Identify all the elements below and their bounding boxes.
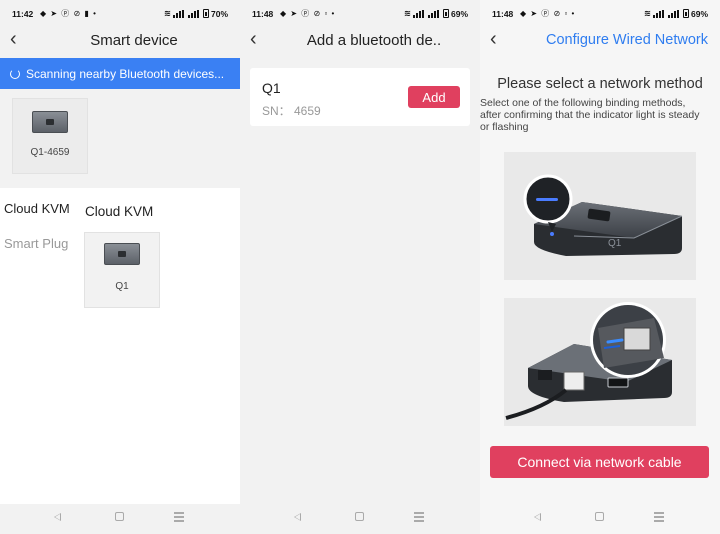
signal-icon — [652, 9, 664, 18]
battery-percent: 70% — [210, 8, 228, 19]
network-method-heading: Please select a network method — [497, 76, 703, 92]
nav-bar — [0, 504, 240, 534]
header: ‹ Add a bluetooth de.. — [240, 28, 480, 56]
nav-home-icon[interactable] — [595, 512, 604, 521]
nav-bar — [240, 504, 480, 534]
bluetooth-device-card: Q1 SN： 4659 Add — [250, 68, 470, 126]
connect-via-cable-button[interactable]: Connect via network cable — [490, 446, 709, 478]
battery-icon — [202, 9, 209, 18]
status-time: 11:42 — [12, 9, 34, 19]
configure-wired-network-screen: 11:48 ◆ ➤ ⓟ ⊘ ▫ • ≋ 69% ‹ Configure Wire… — [480, 0, 720, 534]
nav-back-icon[interactable] — [534, 513, 541, 521]
description-line-1: Select one of the following binding meth… — [480, 97, 686, 109]
description-line-3: or flashing — [480, 121, 529, 133]
category-cloud-kvm[interactable]: Cloud KVM — [4, 201, 70, 216]
status-right: ≋ 69% — [644, 8, 708, 19]
nav-back-icon[interactable] — [294, 513, 301, 521]
category-smart-plug[interactable]: Smart Plug — [4, 236, 68, 251]
status-time: 11:48 — [492, 9, 514, 19]
found-device-card[interactable]: Q1-4659 — [12, 98, 88, 174]
found-device-label: Q1-4659 — [30, 147, 70, 158]
wifi-icon: ≋ — [163, 8, 171, 18]
signal-icon-2 — [667, 9, 679, 18]
nav-home-icon[interactable] — [355, 512, 364, 521]
status-bar: 11:42 ◆ ➤ ⓟ ⊘ ▮ • ≋ 70% — [0, 0, 240, 28]
page-title: Smart device — [90, 32, 178, 49]
network-cable-illustration — [504, 298, 696, 426]
header: ‹ Configure Wired Network — [480, 28, 720, 56]
wifi-icon: ≋ — [403, 8, 411, 18]
refresh-icon — [10, 68, 20, 79]
signal-icon-2 — [187, 9, 199, 18]
signal-icon — [172, 9, 184, 18]
notification-icons: ◆ ➤ ⓟ ⊘ ▫ • — [520, 9, 576, 18]
status-time: 11:48 — [252, 9, 274, 19]
kvm-device-image — [32, 111, 68, 133]
notification-icons: ◆ ➤ ⓟ ⊘ ▫ • — [280, 9, 336, 18]
nav-bar — [480, 504, 720, 534]
kvm-cable-image — [505, 302, 672, 420]
scanning-text: Scanning nearby Bluetooth devices... — [26, 66, 225, 81]
nav-menu-icon[interactable] — [174, 512, 184, 522]
smart-device-screen: 11:42 ◆ ➤ ⓟ ⊘ ▮ • ≋ 70% ‹ Smart device S… — [0, 0, 240, 534]
page-title: Add a bluetooth de.. — [306, 32, 442, 49]
battery-percent: 69% — [690, 8, 708, 19]
battery-percent: 69% — [450, 8, 468, 19]
back-chevron-icon[interactable]: ‹ — [10, 29, 30, 50]
back-chevron-icon[interactable]: ‹ — [250, 29, 270, 50]
category-title: Cloud KVM — [85, 204, 154, 219]
page-title: Configure Wired Network — [546, 32, 708, 48]
description-line-2: after confirming that the indicator ligh… — [480, 109, 700, 121]
signal-icon-2 — [427, 9, 439, 18]
nav-menu-icon[interactable] — [414, 512, 424, 522]
back-chevron-icon[interactable]: ‹ — [490, 29, 510, 50]
category-area: Cloud KVM Smart Plug Cloud KVM Q1 — [0, 188, 240, 504]
status-bar: 11:48 ◆ ➤ ⓟ ⊘ ▫ • ≋ 69% — [240, 0, 480, 28]
scanning-banner: Scanning nearby Bluetooth devices... — [0, 58, 240, 89]
wifi-icon: ≋ — [643, 8, 651, 18]
add-button[interactable]: Add — [408, 86, 460, 108]
binding-description: Select one of the following binding meth… — [480, 97, 720, 133]
signal-icon — [412, 9, 424, 18]
device-name: Q1 — [262, 80, 281, 96]
nav-menu-icon[interactable] — [654, 512, 664, 522]
nav-back-icon[interactable] — [54, 513, 61, 521]
status-bar: 11:48 ◆ ➤ ⓟ ⊘ ▫ • ≋ 69% — [480, 0, 720, 28]
notification-icons: ◆ ➤ ⓟ ⊘ ▮ • — [40, 9, 97, 18]
indicator-light-illustration: Q1 — [504, 152, 696, 280]
battery-icon — [442, 9, 449, 18]
product-label: Q1 — [115, 281, 129, 292]
kvm-product-image — [104, 243, 140, 265]
device-serial: SN： 4659 — [262, 104, 321, 118]
header: ‹ Smart device — [0, 28, 240, 56]
battery-icon — [682, 9, 689, 18]
product-card-q1[interactable]: Q1 — [84, 232, 160, 308]
kvm-indicator-image: Q1 — [523, 174, 683, 256]
status-right: ≋ 70% — [164, 8, 228, 19]
status-right: ≋ 69% — [404, 8, 468, 19]
svg-text:Q1: Q1 — [608, 238, 622, 249]
nav-home-icon[interactable] — [115, 512, 124, 521]
